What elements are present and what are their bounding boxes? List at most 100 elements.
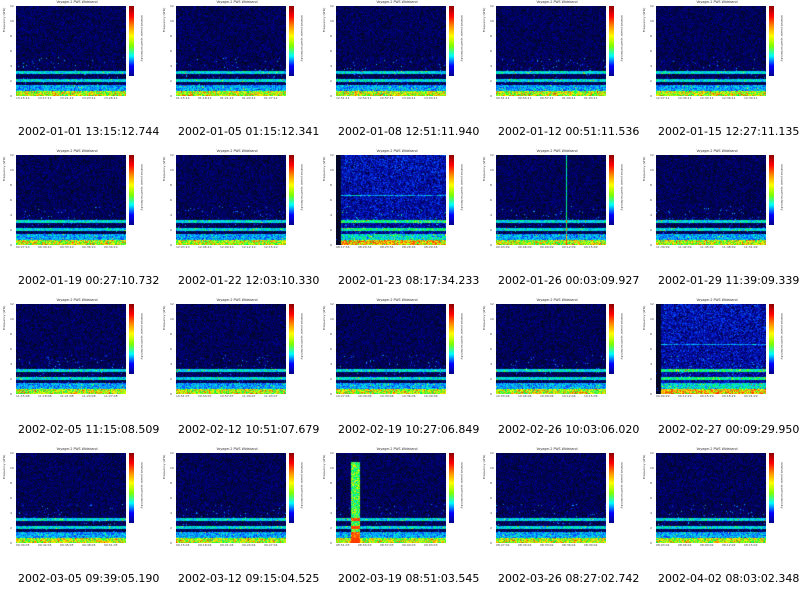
- x-tick-label: 11:39:09: [656, 245, 670, 249]
- x-tick-row: 09:15:04 09:18:04 09:21:04 09:24:04 09:27:04: [176, 543, 286, 549]
- spectrogram-image: [176, 304, 286, 394]
- x-tick-label: 08:23:34: [380, 245, 394, 249]
- panel-caption: 2002-02-19 10:27:06.849: [338, 423, 480, 436]
- y-tick-label: 8: [650, 34, 652, 38]
- y-tick-label: 12: [490, 153, 494, 157]
- x-tick-label: 08:09:02: [700, 543, 714, 547]
- x-tick-label: 09:42:05: [38, 543, 52, 547]
- y-tick-label: 0: [170, 541, 172, 545]
- y-tick-label: 8: [490, 34, 492, 38]
- colorbar-label: relative power spectral density: [620, 313, 624, 360]
- x-tick-label: 00:57:11: [540, 96, 554, 100]
- colorbar: [289, 304, 294, 374]
- y-tick-label: 0: [10, 541, 12, 545]
- y-tick-label: 0: [330, 94, 332, 98]
- y-axis-label: Frequency (kHz): [2, 454, 6, 479]
- y-axis-label: Frequency (kHz): [322, 7, 326, 32]
- y-tick-label: 8: [650, 481, 652, 485]
- x-tick-label: 10:39:06: [424, 394, 438, 398]
- panel-title: Voyager-2 PWS Wideband: [536, 447, 578, 451]
- y-tick-label: 0: [490, 94, 492, 98]
- x-tick-label: 09:45:05: [60, 543, 74, 547]
- spectrogram-panel: Voyager-2 PWS Wideband Frequency (kHz) 12 1…: [0, 149, 160, 298]
- x-tick-label: 11:48:09: [722, 245, 736, 249]
- x-tick-label: 08:12:02: [722, 543, 736, 547]
- y-tick-label: 6: [10, 198, 12, 202]
- y-tick-label: 12: [330, 302, 334, 306]
- x-tick-label: 01:18:12: [198, 96, 212, 100]
- x-tick-label: 09:21:04: [220, 543, 234, 547]
- y-tick-label: 0: [490, 243, 492, 247]
- y-tick-label: 10: [330, 19, 334, 23]
- spectrogram-panel: Voyager-2 PWS Wideband Frequency (kHz) 12 1…: [160, 447, 320, 596]
- y-tick-label: 12: [170, 302, 174, 306]
- y-tick-label: 10: [170, 317, 174, 321]
- x-tick-label: 00:15:09: [584, 245, 598, 249]
- y-tick-label: 10: [490, 466, 494, 470]
- panel-title: Voyager-2 PWS Wideband: [216, 149, 258, 153]
- x-tick-label: 09:00:03: [402, 543, 416, 547]
- y-tick-label: 6: [330, 347, 332, 351]
- y-tick-label: 12: [170, 451, 174, 455]
- x-tick-label: 13:21:12: [60, 96, 74, 100]
- y-tick-label: 12: [650, 451, 654, 455]
- spectrogram-panel: Voyager-2 PWS Wideband Frequency (kHz) 12 1…: [0, 447, 160, 596]
- x-tick-row: 12:27:11 12:30:11 12:33:11 12:36:11 12:39:11: [656, 96, 766, 102]
- y-tick-label: 2: [330, 228, 332, 232]
- x-tick-label: 10:51:07: [176, 394, 190, 398]
- x-tick-label: 10:30:06: [358, 394, 372, 398]
- y-tick-label: 10: [650, 168, 654, 172]
- y-tick-label: 4: [330, 64, 332, 68]
- y-tick-label: 12: [650, 4, 654, 8]
- x-tick-label: 12:06:10: [198, 245, 212, 249]
- y-tick-label: 8: [330, 481, 332, 485]
- x-tick-label: 13:15:12: [16, 96, 30, 100]
- y-tick-label: 2: [170, 228, 172, 232]
- y-tick-label: 4: [10, 511, 12, 515]
- spectrogram-panel: Voyager-2 PWS Wideband Frequency (kHz) 12 1…: [0, 298, 160, 447]
- x-tick-label: 08:29:34: [424, 245, 438, 249]
- y-axis-label: Frequency (kHz): [642, 7, 646, 32]
- x-tick-row: 11:39:09 11:42:09 11:45:09 11:48:09 11:51:09: [656, 245, 766, 251]
- y-tick-label: 6: [10, 49, 12, 53]
- panel-caption: 2002-01-23 08:17:34.233: [338, 274, 480, 287]
- x-tick-label: 12:36:11: [722, 96, 736, 100]
- spectrogram-panel: Voyager-2 PWS Wideband Frequency (kHz) 12 1…: [320, 298, 480, 447]
- colorbar: [609, 6, 614, 76]
- y-tick-label: 6: [490, 496, 492, 500]
- x-tick-label: 08:54:03: [358, 543, 372, 547]
- y-tick-label: 4: [650, 511, 652, 515]
- spectrogram-image: [496, 453, 606, 543]
- colorbar: [289, 155, 294, 225]
- x-tick-label: 08:57:03: [380, 543, 394, 547]
- x-tick-row: 00:09:29 00:12:29 00:15:29 00:18:29 00:21:29: [656, 394, 766, 400]
- y-tick-label: 4: [650, 362, 652, 366]
- y-tick-label: 0: [490, 541, 492, 545]
- x-tick-label: 11:00:07: [242, 394, 256, 398]
- colorbar-label: relative power spectral density: [780, 313, 784, 360]
- panel-caption: 2002-03-19 08:51:03.545: [338, 572, 480, 585]
- y-tick-label: 12: [10, 4, 14, 8]
- panel-title: Voyager-2 PWS Wideband: [56, 149, 98, 153]
- panel-caption: 2002-01-29 11:39:09.339: [658, 274, 800, 287]
- y-tick-label: 2: [330, 526, 332, 530]
- spectrogram-image: [496, 155, 606, 245]
- panel-title: Voyager-2 PWS Wideband: [376, 447, 418, 451]
- x-tick-label: 09:48:05: [82, 543, 96, 547]
- colorbar: [289, 453, 294, 523]
- x-tick-label: 08:30:02: [518, 543, 532, 547]
- y-tick-label: 10: [650, 317, 654, 321]
- x-tick-label: 11:51:09: [744, 245, 758, 249]
- x-tick-row: 11:15:08 11:18:08 11:21:08 11:24:08 11:27:08: [16, 394, 126, 400]
- x-tick-label: 09:03:03: [424, 543, 438, 547]
- panel-title: Voyager-2 PWS Wideband: [56, 0, 98, 4]
- x-tick-label: 00:54:11: [518, 96, 532, 100]
- spectrogram-panel: Voyager-2 PWS Wideband Frequency (kHz) 12 1…: [640, 149, 800, 298]
- y-axis-label: Frequency (kHz): [322, 305, 326, 330]
- x-tick-label: 10:57:07: [220, 394, 234, 398]
- x-tick-label: 10:03:06: [496, 394, 510, 398]
- spectrogram-image: [656, 155, 766, 245]
- y-tick-label: 6: [170, 496, 172, 500]
- colorbar-label: relative power spectral density: [140, 313, 144, 360]
- spectrogram-panel: Voyager-2 PWS Wideband Frequency (kHz) 12 1…: [320, 149, 480, 298]
